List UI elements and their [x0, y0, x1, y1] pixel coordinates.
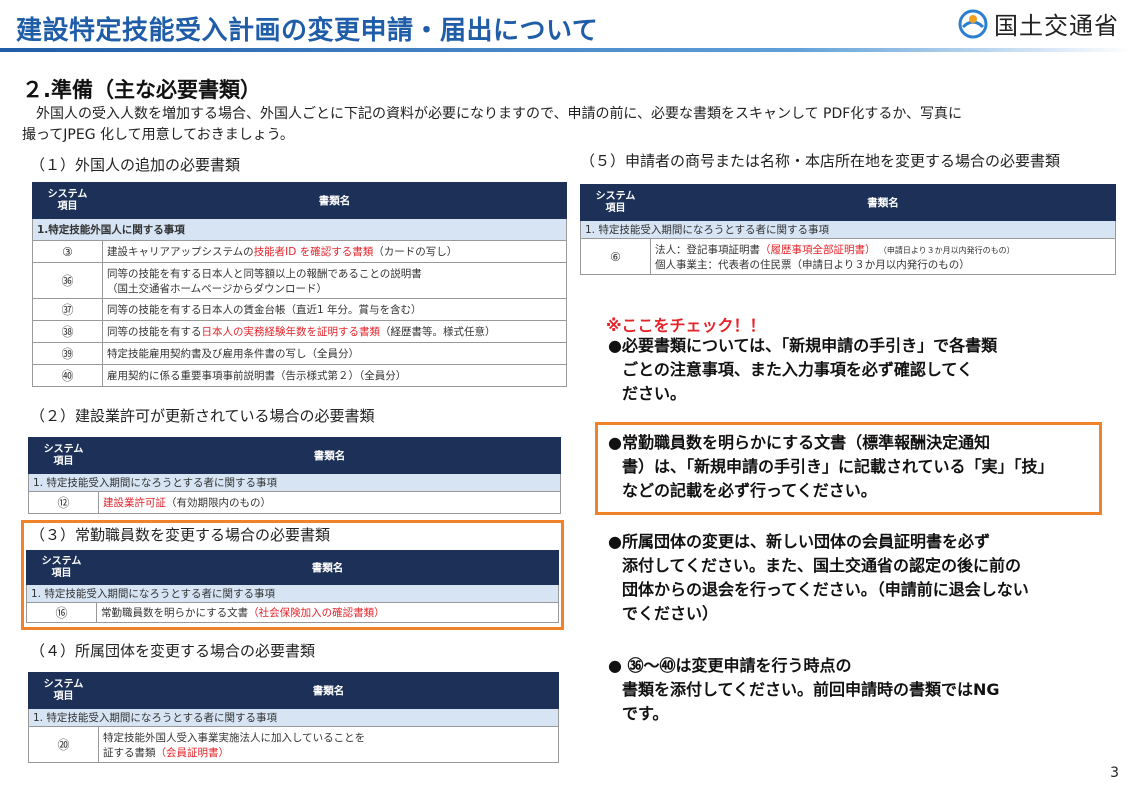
- page-title: 建設特定技能受入計画の変更申請・届出について: [16, 16, 599, 46]
- section-title: ２.準備（主な必要書類）: [22, 78, 261, 102]
- table-row: ㊳ 同等の技能を有する日本人の実務経験年数を証明する書類（経歴書等。様式任意）: [32, 320, 567, 343]
- t3-group-row: 1. 特定技能受入期間になろうとする者に関する事項: [26, 584, 559, 603]
- table-row: ㊵ 雇用契約に係る重要事項事前説明書（告示様式第２）（全員分）: [32, 364, 567, 387]
- intro-text: 外国人の受入人数を増加する場合、外国人ごとに下記の資料が必要になりますので、申請…: [22, 104, 1082, 146]
- table-row: ⑫ 建設業許可証（有効期限内のもの）: [28, 491, 561, 514]
- intro-line-1: 外国人の受入人数を増加する場合、外国人ごとに下記の資料が必要になりますので、申請…: [36, 106, 963, 122]
- note-2: ●常勤職員数を明らかにする文書（標準報酬決定通知 書）は、「新規申請の手引き」に…: [608, 433, 1054, 500]
- table-row: ⑳ 特定技能外国人受入事業実施法人に加入していることを 証する書類（会員証明書）: [28, 726, 559, 763]
- table-row: ㊱ 同等の技能を有する日本人と同等額以上の報酬であることの説明書 （国土交通省ホー…: [32, 262, 567, 299]
- note-1: ●必要書類については、「新規申請の手引き」で各書類 ごとの注意事項、また入力事項…: [608, 336, 998, 403]
- t4-heading: （４）所属団体を変更する場合の必要書類: [30, 642, 316, 660]
- t1-group-row: 1.特定技能外国人に関する事項: [32, 218, 567, 241]
- table-row: ⑥ 法人：登記事項証明書（履歴事項全部証明書） （申請日より３か月以内発行のもの…: [580, 238, 1116, 275]
- t5-heading: （５）申請者の商号または名称・本店所在地を変更する場合の必要書類: [580, 152, 1061, 170]
- t4-table: システム 項目 書類名 1. 特定技能受入期間になろうとする者に関する事項 ⑳ 特…: [28, 672, 559, 763]
- t2-group-row: 1. 特定技能受入期間になろうとする者に関する事項: [28, 473, 561, 492]
- t1-col-system: システム 項目: [32, 182, 103, 219]
- page-number: 3: [1110, 765, 1119, 781]
- t2-heading: （２）建設業許可が更新されている場合の必要書類: [30, 407, 375, 425]
- t1-heading: （１）外国人の追加の必要書類: [30, 156, 241, 174]
- t5-table: システム 項目 書類名 1. 特定技能受入期間になろうとする者に関する事項 ⑥ 法…: [580, 184, 1116, 275]
- check-title: ※ここをチェック！！: [606, 316, 766, 335]
- table-row: ㊴ 特定技能雇用契約書及び雇用条件書の写し（全員分）: [32, 342, 567, 365]
- t3-heading: （３）常勤職員数を変更する場合の必要書類: [30, 526, 331, 544]
- title-underline: [0, 48, 1133, 52]
- note-3: ●所属団体の変更は、新しい団体の会員証明書を必ず 添付してください。また、国土交…: [608, 532, 1029, 623]
- table-row: ③ 建設キャリアアップシステムの技能者ID を確認する書類（カードの写し）: [32, 240, 567, 263]
- mlit-logo: 国土交通省: [958, 6, 1119, 41]
- t1-table: システム 項目 書類名 1.特定技能外国人に関する事項 ③ 建設キャリアアップシス…: [32, 182, 567, 387]
- t3-table: システム 項目 書類名 1. 特定技能受入期間になろうとする者に関する事項 ⑯ 常…: [26, 550, 559, 623]
- table-row: ㊲ 同等の技能を有する日本人の賃金台帳（直近1 年分。賞与を含む）: [32, 298, 567, 321]
- t5-group-row: 1. 特定技能受入期間になろうとする者に関する事項: [580, 220, 1116, 239]
- table-row: ⑯ 常勤職員数を明らかにする文書（社会保険加入の確認書類）: [26, 602, 559, 623]
- t4-group-row: 1. 特定技能受入期間になろうとする者に関する事項: [28, 708, 559, 727]
- intro-line-2: 撮ってJPEG 化して用意しておきましょう。: [22, 127, 294, 143]
- header: 建設特定技能受入計画の変更申請・届出について 国土交通省: [0, 0, 1133, 56]
- note-4: ● ㊱～㊵は変更申請を行う時点の 書類を添付してください。前回申請時の書類ではN…: [608, 656, 1000, 723]
- t1-col-docname: 書類名: [102, 182, 567, 219]
- logo-text: 国土交通省: [994, 12, 1119, 40]
- mlit-logo-icon: [958, 9, 988, 38]
- t2-table: システム 項目 書類名 1. 特定技能受入期間になろうとする者に関する事項 ⑫ 建…: [28, 437, 561, 514]
